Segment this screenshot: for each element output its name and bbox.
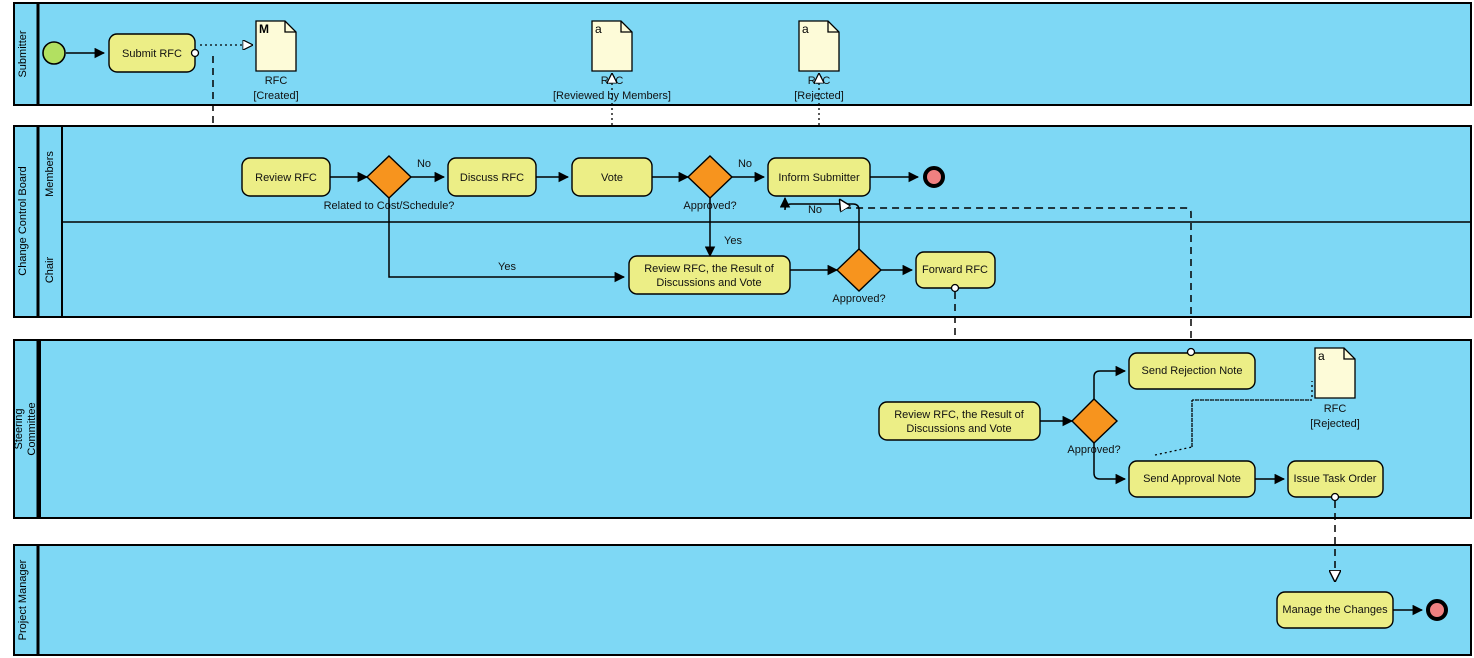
task-submit-rfc-label: Submit RFC: [122, 48, 182, 60]
doc-rfc-reviewed-glyph: a: [595, 22, 602, 36]
pool-label-change-control-board: Change Control Board: [17, 166, 29, 275]
end-event-members-circle: [923, 166, 945, 188]
task-review-result-sc-label-line2: Discussions and Vote: [906, 423, 1011, 435]
pool-pm-body: [13, 544, 1472, 656]
end-event-members[interactable]: [923, 166, 945, 188]
task-review-rfc[interactable]: Review RFC: [241, 157, 331, 197]
doc-rfc-created-glyph: M: [259, 22, 269, 36]
flow-label-no-1: No: [417, 158, 431, 170]
flow-label-no-3: No: [808, 204, 822, 216]
doc-rfc-rejected-top-state: [Rejected]: [794, 90, 844, 102]
doc-rfc-reviewed-name: RFC: [601, 75, 624, 87]
task-manage-the-changes[interactable]: Manage the Changes: [1276, 591, 1394, 629]
start-event-circle: [42, 41, 66, 65]
task-send-approval-note[interactable]: Send Approval Note: [1128, 460, 1256, 498]
task-review-result-chair-label-line2: Discussions and Vote: [656, 277, 761, 289]
gateway-approved-chair-label: Approved?: [832, 293, 885, 305]
flow-label-no-2: No: [738, 158, 752, 170]
doc-rfc-rejected-sc[interactable]: a RFC [Rejected]: [1310, 347, 1360, 430]
pool-label-submitter: Submitter: [17, 30, 29, 77]
doc-rfc-created-state: [Created]: [253, 90, 298, 102]
task-issue-task-order-label: Issue Task Order: [1294, 473, 1377, 485]
task-send-rejection-note-label: Send Rejection Note: [1142, 365, 1243, 377]
task-inform-submitter-label: Inform Submitter: [778, 172, 860, 184]
pool-label-steering-committee-line1: Steering: [13, 409, 25, 450]
lane-label-chair: Chair: [44, 257, 56, 284]
task-issue-task-order[interactable]: Issue Task Order: [1287, 460, 1384, 498]
doc-rfc-rejected-sc-name: RFC: [1324, 403, 1347, 415]
task-send-rejection-note[interactable]: Send Rejection Note: [1128, 352, 1256, 390]
doc-rfc-rejected-top-glyph: a: [802, 22, 809, 36]
pool-project-manager[interactable]: Project Manager: [13, 544, 1472, 656]
port-forward-rfc: [950, 283, 960, 293]
pool-label-project-manager: Project Manager: [17, 559, 29, 640]
task-forward-rfc[interactable]: Forward RFC: [915, 251, 996, 289]
lane-label-members: Members: [44, 151, 56, 197]
doc-rfc-rejected-top-name: RFC: [808, 75, 831, 87]
task-review-result-chair[interactable]: Review RFC, the Result of Discussions an…: [628, 255, 791, 295]
task-review-rfc-label: Review RFC: [255, 172, 317, 184]
port-issue-task-order: [1330, 492, 1340, 502]
task-inform-submitter[interactable]: Inform Submitter: [767, 157, 871, 197]
task-vote[interactable]: Vote: [571, 157, 653, 197]
pool-submitter[interactable]: Submitter: [13, 2, 1472, 106]
end-event-pm-circle: [1426, 599, 1448, 621]
task-forward-rfc-label: Forward RFC: [922, 264, 988, 276]
task-review-result-sc[interactable]: Review RFC, the Result of Discussions an…: [878, 401, 1041, 441]
task-discuss-rfc-label: Discuss RFC: [460, 172, 524, 184]
bpmn-diagram-canvas: Submitter Submit RFC M RFC [Created] a R…: [0, 0, 1474, 658]
port-submit-rfc: [190, 48, 200, 58]
end-event-project-manager[interactable]: [1426, 599, 1448, 621]
doc-rfc-rejected-sc-state: [Rejected]: [1310, 418, 1360, 430]
task-send-approval-note-label: Send Approval Note: [1143, 473, 1241, 485]
doc-rfc-created[interactable]: M RFC [Created]: [253, 20, 299, 102]
task-review-result-sc-label-line1: Review RFC, the Result of: [894, 409, 1025, 421]
pool-label-steering-committee-line2: Committee: [26, 402, 38, 455]
task-manage-the-changes-label: Manage the Changes: [1282, 604, 1388, 616]
doc-rfc-created-name: RFC: [265, 75, 288, 87]
doc-rfc-rejected-sc-glyph: a: [1318, 349, 1325, 363]
flow-label-yes-1: Yes: [498, 261, 516, 273]
pool-submitter-body: [13, 2, 1472, 106]
start-event-submitter[interactable]: [42, 41, 66, 65]
port-send-rejection-note: [1186, 347, 1196, 357]
bpmn-svg: Submitter Submit RFC M RFC [Created] a R…: [13, 2, 1472, 656]
doc-rfc-reviewed-state: [Reviewed by Members]: [553, 90, 671, 102]
task-discuss-rfc[interactable]: Discuss RFC: [447, 157, 537, 197]
task-vote-label: Vote: [601, 172, 623, 184]
task-review-result-chair-label-line1: Review RFC, the Result of: [644, 263, 775, 275]
task-submit-rfc[interactable]: Submit RFC: [108, 33, 196, 73]
flow-label-yes-2: Yes: [724, 235, 742, 247]
